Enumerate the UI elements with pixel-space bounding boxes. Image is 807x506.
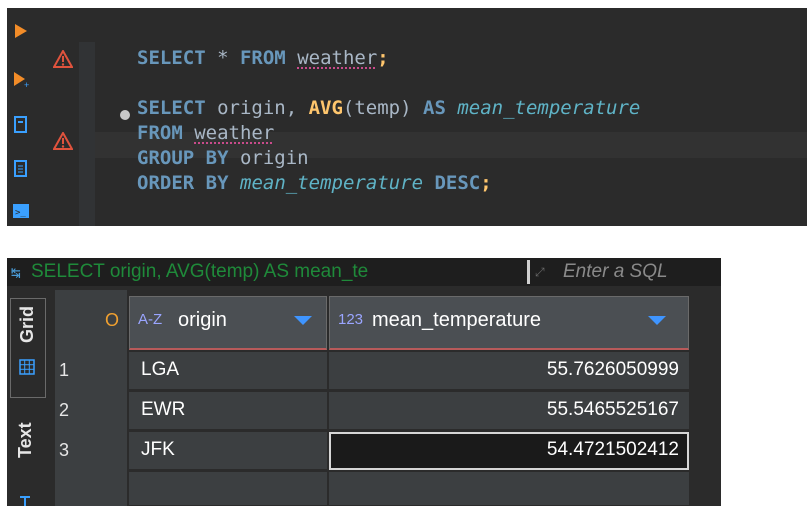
divider — [527, 260, 530, 284]
statement-marker-icon — [120, 110, 130, 120]
code-token: AVG — [308, 97, 343, 119]
code-token: SELECT — [137, 47, 206, 69]
column-header-label: origin — [178, 309, 227, 331]
expand-icon[interactable]: ⤢ — [535, 265, 545, 280]
table-cell[interactable]: EWR — [129, 392, 327, 430]
corner-label: O — [105, 310, 120, 330]
string-type-icon: A-Z — [138, 311, 163, 328]
grid-corner[interactable]: O — [55, 290, 127, 352]
code-token: SELECT — [137, 97, 206, 119]
svg-text:+: + — [24, 80, 29, 88]
table-cell[interactable]: 55.7626050999 — [329, 352, 689, 390]
gutter — [79, 42, 95, 226]
column-header-origin[interactable]: A-Z origin — [129, 296, 327, 350]
code-token: BY — [205, 172, 229, 194]
sql-editor[interactable]: + >_ SELECT * FROM weather; SELECT origi… — [7, 8, 807, 226]
code-token: (temp) — [342, 97, 423, 119]
view-sidebar: Grid Text — [7, 290, 51, 506]
code-token: AS — [423, 97, 446, 119]
code-token: origin — [228, 147, 309, 169]
code-token: ORDER — [137, 172, 195, 194]
tab-grid-label: Grid — [17, 305, 37, 343]
text-icon — [20, 496, 30, 506]
run-in-new-tab-icon[interactable]: + — [12, 70, 30, 88]
selected-table-cell[interactable]: 54.4721502412 — [329, 432, 689, 470]
grid-icon — [19, 359, 35, 375]
number-type-icon: 123 — [338, 311, 364, 328]
code-token: mean_temperature — [240, 172, 424, 194]
code-token: mean_temperature — [457, 97, 641, 119]
warning-icon — [53, 50, 73, 68]
code-token: ; — [377, 47, 389, 69]
grid-empty-area — [691, 296, 721, 506]
svg-text:>_: >_ — [15, 208, 26, 218]
table-cell[interactable]: JFK — [129, 432, 327, 470]
code-token: * — [205, 47, 240, 69]
query-bar: ↹ SELECT origin, AVG(temp) AS mean_te ⤢ … — [7, 258, 721, 286]
table-cell[interactable]: 55.5465525167 — [329, 392, 689, 430]
sort-dropdown-icon[interactable] — [294, 316, 312, 325]
code-token: BY — [205, 147, 229, 169]
column-header-label: mean_temperature — [372, 309, 541, 331]
column-header-mean-temperature[interactable]: 123 mean_temperature — [329, 296, 689, 350]
code-token: DESC — [434, 172, 481, 194]
terminal-icon[interactable]: >_ — [12, 202, 30, 220]
code-line[interactable] — [137, 71, 640, 96]
sort-dropdown-icon[interactable] — [648, 316, 666, 325]
tab-grid[interactable]: Grid — [10, 298, 46, 398]
code-line[interactable]: GROUP BY origin — [137, 146, 640, 171]
code-line[interactable]: FROM weather — [137, 121, 640, 146]
run-statement-icon[interactable] — [12, 22, 30, 40]
warning-icon — [53, 132, 73, 150]
script-icon[interactable] — [12, 160, 30, 178]
results-panel: ↹ SELECT origin, AVG(temp) AS mean_te ⤢ … — [7, 258, 721, 506]
query-icon: ↹ — [11, 263, 21, 282]
sql-code[interactable]: SELECT * FROM weather; SELECT origin, AV… — [137, 46, 640, 196]
code-token: GROUP — [137, 147, 195, 169]
query-text: SELECT origin, AVG(temp) AS mean_te — [31, 261, 369, 282]
code-line[interactable]: SELECT * FROM weather; — [137, 46, 640, 71]
code-token: ; — [480, 172, 492, 194]
empty-row — [129, 472, 327, 506]
code-token: origin, — [205, 97, 309, 119]
code-token: weather — [297, 47, 378, 69]
filter-input[interactable]: Enter a SQL — [563, 261, 668, 283]
code-line[interactable]: ORDER BY mean_temperature DESC; — [137, 171, 640, 196]
table-cell[interactable]: LGA — [129, 352, 327, 390]
row-number-column: O 1 2 3 — [55, 290, 127, 506]
code-line[interactable]: SELECT origin, AVG(temp) AS mean_tempera… — [137, 96, 640, 121]
row-number[interactable]: 3 — [59, 440, 69, 461]
empty-row — [329, 472, 689, 506]
row-number[interactable]: 2 — [59, 400, 69, 421]
row-number[interactable]: 1 — [59, 360, 69, 381]
editor-toolbar: + >_ — [7, 8, 41, 226]
tab-text-label: Text — [15, 422, 35, 458]
code-token: FROM — [239, 47, 286, 69]
code-token: FROM — [137, 122, 183, 144]
code-token: weather — [194, 122, 275, 144]
explain-plan-icon[interactable] — [12, 116, 30, 134]
